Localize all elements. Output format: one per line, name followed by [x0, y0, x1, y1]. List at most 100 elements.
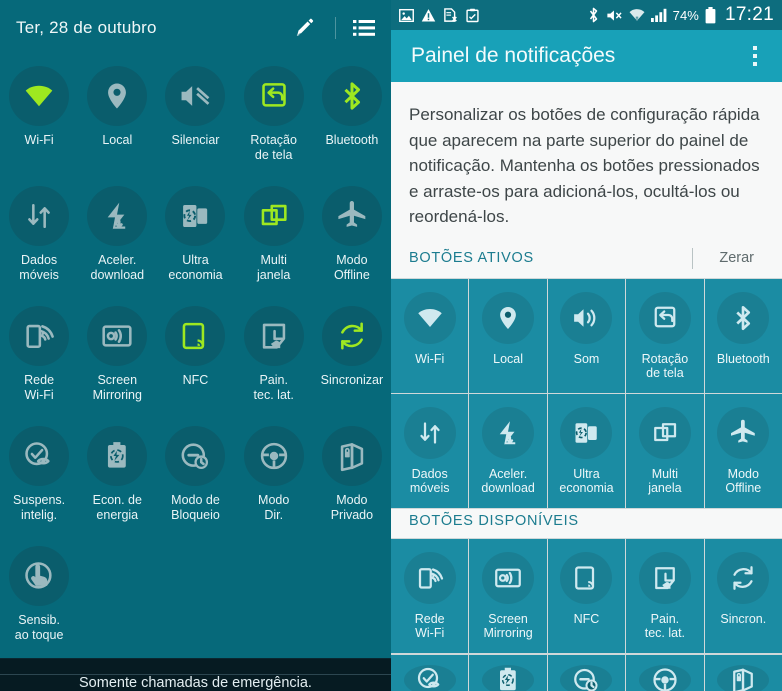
settings-button-label: Bluetooth — [716, 351, 770, 366]
mobile-data-icon[interactable] — [9, 186, 70, 246]
clock-label: 17:21 — [724, 4, 774, 25]
quick-toggle-19[interactable]: Modo Dir. — [235, 418, 313, 538]
side-key-panel-icon[interactable] — [638, 551, 691, 604]
screen-mirroring-icon[interactable] — [87, 306, 148, 366]
settings-button-label: Wi-Fi — [415, 351, 445, 366]
pencil-icon[interactable] — [288, 15, 322, 41]
wifi-hotspot-icon[interactable] — [9, 306, 70, 366]
active-buttons-section-header: BOTÕES ATIVOS Zerar — [391, 243, 782, 278]
settings-button-tile[interactable]: Wi-Fi — [391, 278, 469, 393]
bluetooth-icon[interactable] — [717, 291, 770, 344]
sound-icon[interactable] — [560, 291, 613, 344]
settings-button-tile[interactable]: Ultra economia — [547, 393, 626, 508]
nfc-icon[interactable] — [560, 551, 613, 604]
settings-button-tile[interactable]: Rotação de tela — [626, 278, 704, 393]
screen-rotation-icon[interactable] — [243, 66, 304, 126]
location-pin-icon[interactable] — [482, 291, 535, 344]
quick-toggle-label: Rotação de tela — [250, 133, 297, 162]
mute-icon[interactable] — [165, 66, 226, 126]
touch-sensitivity-icon[interactable] — [9, 546, 70, 606]
quick-toggle-8[interactable]: Ultra economia — [156, 178, 234, 298]
quick-toggle-18[interactable]: Modo de Bloqueio — [156, 418, 234, 538]
settings-button-tile[interactable]: Rede Wi-Fi — [391, 538, 469, 653]
blocking-mode-icon[interactable] — [165, 426, 226, 486]
quick-toggle-13[interactable]: NFC — [156, 298, 234, 418]
settings-button-tile[interactable]: Local — [469, 278, 547, 393]
settings-button-tile[interactable] — [469, 654, 547, 691]
settings-button-tile[interactable] — [626, 654, 704, 691]
available-buttons-grid: Rede Wi-Fi Screen Mirroring NFC Pain. tec. lat… — [391, 537, 782, 654]
quick-toggle-12[interactable]: Screen Mirroring — [78, 298, 156, 418]
private-mode-icon[interactable] — [717, 664, 770, 691]
driving-mode-icon[interactable] — [243, 426, 304, 486]
quick-toggle-3[interactable]: Silenciar — [156, 58, 234, 178]
quick-toggle-4[interactable]: Rotação de tela — [235, 58, 313, 178]
private-mode-icon[interactable] — [321, 426, 382, 486]
settings-button-tile[interactable]: Modo Offline — [704, 393, 782, 508]
quick-toggle-grid: Wi-Fi Local Silenciar Rotação de tela Bluetoo… — [0, 56, 391, 658]
nfc-icon[interactable] — [165, 306, 226, 366]
side-key-panel-icon[interactable] — [243, 306, 304, 366]
power-saving-icon[interactable] — [87, 426, 148, 486]
reset-button[interactable]: Zerar — [719, 250, 766, 266]
power-saving-icon[interactable] — [482, 664, 535, 691]
location-pin-icon[interactable] — [87, 66, 148, 126]
quick-toggle-20[interactable]: Modo Privado — [313, 418, 391, 538]
quick-toggle-5[interactable]: Bluetooth — [313, 58, 391, 178]
quick-toggle-14[interactable]: Pain. tec. lat. — [235, 298, 313, 418]
ultra-power-saving-icon[interactable] — [165, 186, 226, 246]
header-icons — [288, 15, 379, 41]
multi-window-icon[interactable] — [243, 186, 304, 246]
wifi-icon[interactable] — [403, 291, 456, 344]
quick-toggle-label: Sensib. ao toque — [14, 613, 64, 642]
wifi-icon[interactable] — [9, 66, 70, 126]
settings-button-tile[interactable]: Screen Mirroring — [469, 538, 547, 653]
airplane-mode-icon[interactable] — [321, 186, 382, 246]
download-booster-icon[interactable] — [87, 186, 148, 246]
warning-triangle-icon — [421, 8, 436, 23]
download-booster-icon[interactable] — [482, 406, 535, 459]
blocking-mode-icon[interactable] — [560, 664, 613, 691]
quick-toggle-10[interactable]: Modo Offline — [313, 178, 391, 298]
settings-button-tile[interactable]: Multi janela — [626, 393, 704, 508]
smart-stay-icon[interactable] — [403, 664, 456, 691]
quick-toggle-label: Sincronizar — [320, 373, 384, 387]
wifi-hotspot-icon[interactable] — [403, 551, 456, 604]
quick-toggle-1[interactable]: Wi-Fi — [0, 58, 78, 178]
settings-button-tile[interactable]: Bluetooth — [704, 278, 782, 393]
settings-button-tile[interactable]: Sincron. — [704, 538, 782, 653]
settings-button-tile[interactable]: NFC — [547, 538, 626, 653]
settings-button-tile[interactable]: Dados móveis — [391, 393, 469, 508]
quick-toggle-16[interactable]: Suspens. intelig. — [0, 418, 78, 538]
quick-toggle-7[interactable]: Aceler. download — [78, 178, 156, 298]
bluetooth-icon[interactable] — [321, 66, 382, 126]
list-icon[interactable] — [349, 15, 379, 41]
quick-toggle-17[interactable]: Econ. de energia — [78, 418, 156, 538]
driving-mode-icon[interactable] — [638, 664, 691, 691]
settings-button-tile[interactable] — [391, 654, 469, 691]
quick-toggle-15[interactable]: Sincronizar — [313, 298, 391, 418]
quick-toggle-2[interactable]: Local — [78, 58, 156, 178]
settings-button-tile[interactable]: Aceler. download — [469, 393, 547, 508]
smart-stay-icon[interactable] — [9, 426, 70, 486]
settings-button-tile[interactable] — [547, 654, 626, 691]
more-vertical-icon[interactable] — [742, 38, 768, 74]
settings-button-tile[interactable]: Pain. tec. lat. — [626, 538, 704, 653]
quick-toggle-11[interactable]: Rede Wi-Fi — [0, 298, 78, 418]
quick-toggle-9[interactable]: Multi janela — [235, 178, 313, 298]
quick-toggle-21[interactable]: Sensib. ao toque — [0, 538, 78, 658]
settings-button-tile[interactable] — [704, 654, 782, 691]
mobile-data-icon[interactable] — [403, 406, 456, 459]
screen-rotation-icon[interactable] — [638, 291, 691, 344]
ultra-power-saving-icon[interactable] — [560, 406, 613, 459]
airplane-mode-icon[interactable] — [717, 406, 770, 459]
sync-icon[interactable] — [717, 551, 770, 604]
sync-icon[interactable] — [321, 306, 382, 366]
bluetooth-icon — [587, 7, 600, 23]
settings-button-tile[interactable]: Som — [547, 278, 626, 393]
multi-window-icon[interactable] — [638, 406, 691, 459]
description-text: Personalizar os botões de configuração r… — [391, 82, 782, 244]
screen-mirroring-icon[interactable] — [482, 551, 535, 604]
quick-toggle-6[interactable]: Dados móveis — [0, 178, 78, 298]
emergency-call-label: Somente chamadas de emergência. — [0, 674, 391, 691]
